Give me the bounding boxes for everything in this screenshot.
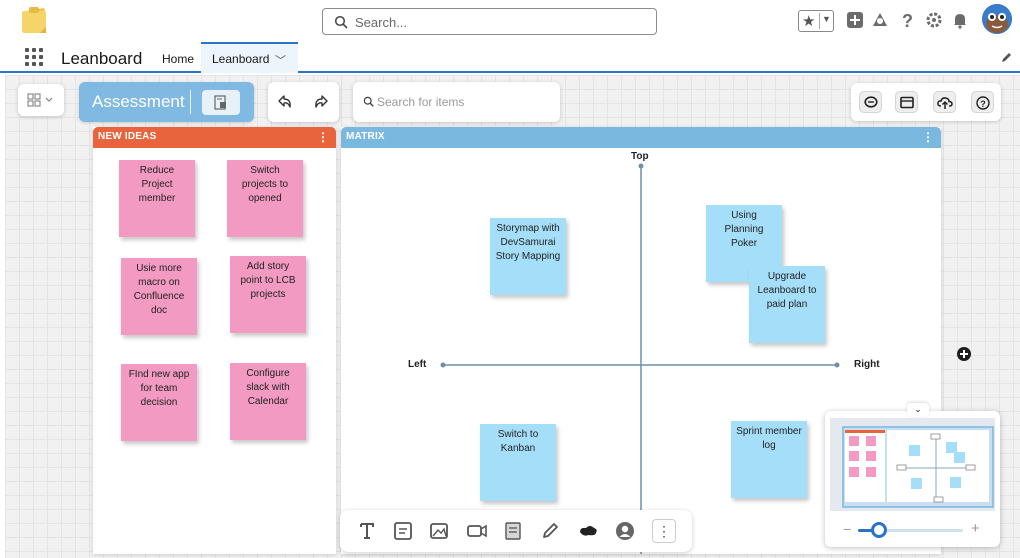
app-name: Leanboard	[61, 49, 143, 68]
sticky-note[interactable]: Storymap with DevSamurai Story Mapping	[490, 218, 566, 295]
user-avatar[interactable]	[982, 4, 1012, 34]
frame-label: NEW IDEAS	[98, 131, 157, 142]
search-placeholder: Search...	[355, 15, 408, 30]
help-button[interactable]: ?	[971, 91, 994, 113]
favorites-button[interactable]: ★ ▼	[798, 10, 834, 32]
sticky-note[interactable]: Add story point to LCB projects	[230, 256, 306, 333]
global-search-input[interactable]: Search...	[322, 8, 657, 35]
grid-view-icon	[27, 93, 53, 107]
trailhead-icon[interactable]	[871, 11, 889, 29]
zoom-in-icon[interactable]: +	[971, 520, 980, 537]
nav-tab-leanboard[interactable]: Leanboard ﹀	[201, 42, 298, 73]
cloud-upload-button[interactable]	[933, 91, 956, 113]
axis-label-left: Left	[408, 359, 427, 370]
axis-label-right: Right	[854, 359, 880, 370]
nav-tab-home[interactable]: Home	[162, 52, 194, 66]
shape-icon[interactable]	[577, 520, 599, 542]
zoom-out-icon[interactable]: −	[843, 521, 851, 537]
redo-icon[interactable]	[314, 95, 328, 109]
search-icon	[363, 96, 374, 107]
chevron-down-icon[interactable]: ▼	[822, 14, 831, 24]
item-search-placeholder: Search for items	[377, 95, 465, 109]
new-ideas-header[interactable]: NEW IDEAS ⋮	[93, 127, 336, 148]
item-search-input[interactable]: Search for items	[353, 82, 560, 122]
sticky-note[interactable]: Upgrade Leanboard to paid plan	[749, 266, 825, 343]
board-title-bar[interactable]: Assessment	[79, 82, 254, 122]
app-launcher-icon[interactable]	[25, 48, 43, 66]
svg-text:?: ?	[902, 11, 913, 29]
comment-icon	[864, 96, 878, 108]
setup-gear-icon[interactable]	[925, 11, 943, 29]
pen-icon[interactable]	[539, 520, 561, 542]
edit-nav-pencil-icon[interactable]	[1000, 51, 1013, 64]
layout-switch-button[interactable]	[18, 84, 64, 116]
chevron-down-icon[interactable]: ﹀	[275, 52, 286, 68]
creation-toolbar: ⋮	[340, 510, 692, 552]
template-icon[interactable]	[502, 520, 524, 542]
search-icon	[334, 15, 348, 29]
board-info-button[interactable]	[202, 90, 240, 115]
help-circle-icon: ?	[976, 96, 990, 110]
help-icon[interactable]: ?	[898, 11, 916, 29]
sticky-note[interactable]: Usie more macro on Confluence doc	[121, 258, 197, 335]
frame-menu-icon[interactable]: ⋮	[317, 130, 329, 144]
global-header: Search... ★ ▼ ?	[0, 0, 1020, 42]
sticky-note[interactable]: Switch to Kanban	[480, 424, 556, 501]
svg-text:?: ?	[980, 99, 986, 109]
sticky-note[interactable]: Reduce Project member	[119, 160, 195, 237]
astro-avatar-icon	[982, 4, 1012, 34]
sticky-note[interactable]: Switch projects to opened	[227, 160, 303, 237]
cloud-upload-icon	[937, 97, 953, 109]
notification-bell-icon[interactable]	[951, 11, 969, 29]
comment-button[interactable]	[859, 91, 882, 113]
sticky-note[interactable]: Sprint member log	[731, 421, 807, 498]
board-title[interactable]: Assessment	[92, 92, 185, 112]
panel-icon	[900, 96, 914, 109]
panel-button[interactable]	[895, 91, 918, 113]
favorites-star-icon: ★	[802, 13, 816, 30]
image-icon[interactable]	[428, 520, 450, 542]
minimap-panel[interactable]: ⌄ − +	[825, 403, 1000, 547]
video-icon[interactable]	[466, 520, 488, 542]
text-icon[interactable]	[356, 520, 378, 542]
add-frame-icon[interactable]	[957, 347, 971, 361]
new-ideas-frame[interactable]: NEW IDEAS ⋮ Reduce Project member Switch…	[93, 127, 336, 554]
add-icon[interactable]	[846, 11, 864, 29]
zoom-slider-thumb[interactable]	[871, 522, 887, 538]
sticky-note[interactable]: FInd new app for team decision	[121, 364, 197, 441]
app-nav-bar: Leanboard Home Leanboard ﹀	[0, 42, 1020, 73]
user-icon[interactable]	[614, 520, 636, 542]
undo-icon[interactable]	[278, 95, 292, 109]
sticky-notes-logo-icon[interactable]	[18, 5, 50, 35]
sticky-note[interactable]: Configure slack with Calendar	[230, 363, 306, 440]
document-icon	[214, 95, 226, 110]
sticky-note-icon[interactable]	[392, 520, 414, 542]
more-tools-button[interactable]: ⋮	[652, 519, 676, 543]
undo-redo-group	[268, 82, 339, 122]
nav-tab-label: Leanboard	[212, 52, 270, 66]
board-tools-group: ?	[851, 83, 1001, 121]
axis-label-top: Top	[631, 151, 649, 162]
